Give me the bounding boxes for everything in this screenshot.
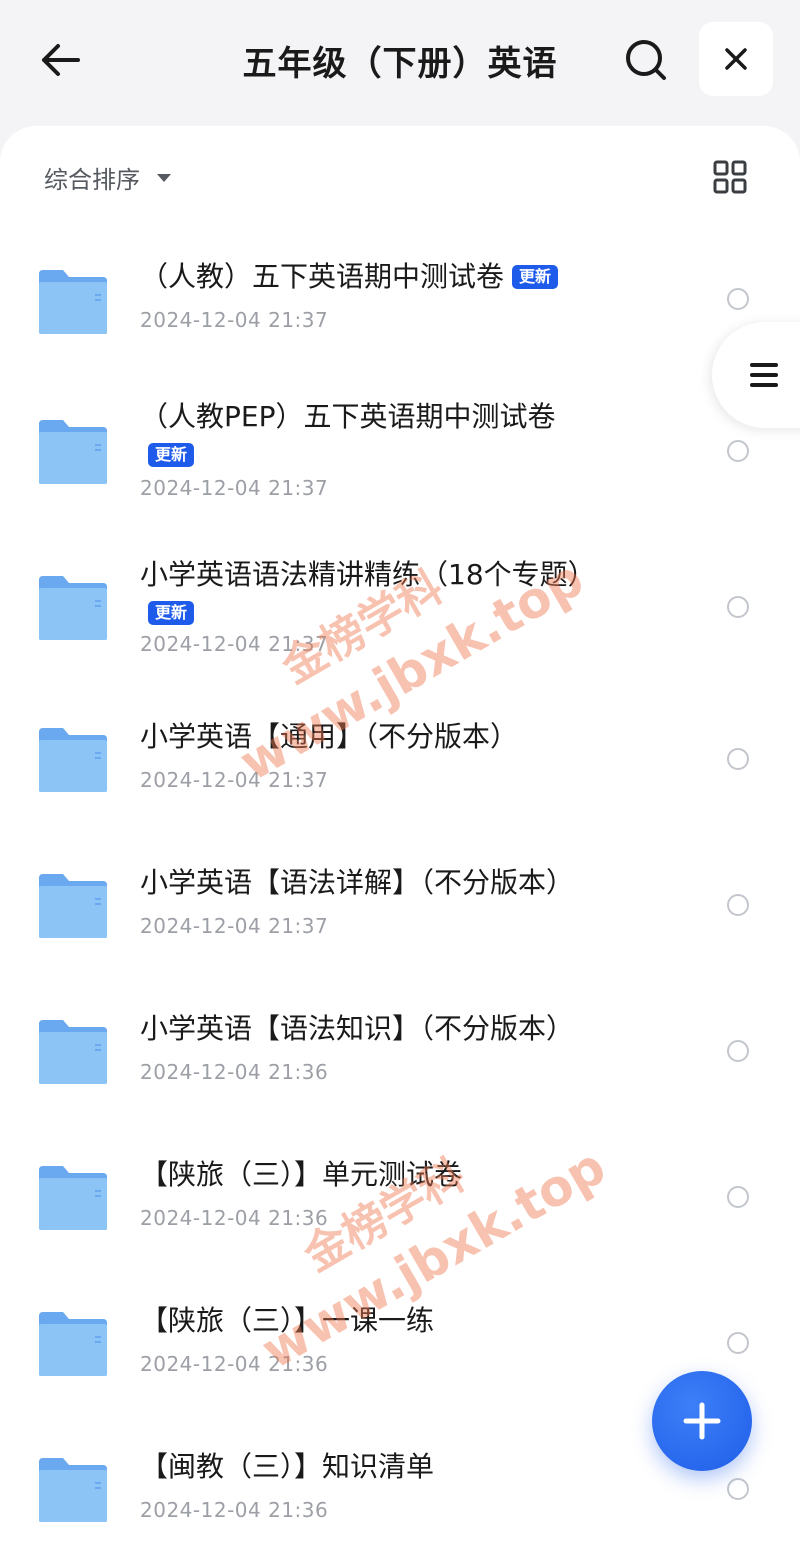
item-date: 2024-12-04 21:37 [140, 914, 329, 938]
add-button[interactable] [652, 1371, 752, 1471]
top-bar: 五年级（下册）英语 [0, 0, 800, 120]
menu-icon [750, 363, 778, 387]
grid-view-icon [713, 160, 747, 194]
select-radio[interactable] [727, 1332, 749, 1354]
search-icon [626, 40, 666, 80]
select-radio[interactable] [727, 748, 749, 770]
select-radio[interactable] [727, 1040, 749, 1062]
item-date: 2024-12-04 21:36 [140, 1206, 329, 1230]
item-date: 2024-12-04 21:36 [140, 1498, 329, 1522]
folder-icon [39, 1312, 107, 1376]
item-title: 小学英语语法精讲精练（18个专题）更新 [140, 556, 596, 632]
list-item[interactable]: 小学英语【语法知识】（不分版本） 2024-12-04 21:36 [0, 978, 800, 1118]
sort-label: 综合排序 [44, 166, 140, 194]
item-date: 2024-12-04 21:37 [140, 632, 329, 656]
folder-icon [39, 728, 107, 792]
item-title: （人教）五下英语期中测试卷 更新 [140, 258, 610, 296]
update-badge: 更新 [148, 601, 195, 625]
item-date: 2024-12-04 21:37 [140, 308, 329, 332]
close-icon [725, 48, 747, 70]
plus-icon [683, 1402, 721, 1440]
grid-view-button[interactable] [711, 158, 751, 198]
list-item[interactable]: 【陕旅（三）】单元测试卷 2024-12-04 21:36 [0, 1124, 800, 1264]
update-badge: 更新 [512, 265, 559, 289]
folder-icon [39, 874, 107, 938]
item-title: 【陕旅（三）】一课一练 [140, 1304, 435, 1337]
list-item[interactable]: （人教PEP）五下英语期中测试卷更新 2024-12-04 21:37 [0, 376, 800, 516]
item-title: 小学英语【通用】（不分版本） [140, 720, 519, 753]
page-title: 五年级（下册）英语 [242, 44, 558, 84]
list-item[interactable]: 小学英语语法精讲精练（18个专题）更新 2024-12-04 21:37 [0, 534, 800, 674]
folder-icon [39, 1020, 107, 1084]
item-date: 2024-12-04 21:36 [140, 1060, 329, 1084]
folder-icon [39, 420, 107, 484]
select-radio[interactable] [727, 894, 749, 916]
item-title: 小学英语【语法详解】（不分版本） [140, 866, 575, 899]
folder-icon [39, 270, 107, 334]
item-title: 【闽教（三）】知识清单 [140, 1450, 435, 1483]
item-title: 小学英语【语法知识】（不分版本） [140, 1012, 575, 1045]
list-item[interactable]: 小学英语【通用】（不分版本） 2024-12-04 21:37 [0, 686, 800, 826]
list-item[interactable]: 小学英语【语法详解】（不分版本） 2024-12-04 21:37 [0, 832, 800, 972]
search-button[interactable] [618, 32, 674, 88]
folder-icon [39, 1458, 107, 1522]
sort-dropdown[interactable]: 综合排序 [44, 160, 172, 195]
close-button[interactable] [699, 22, 773, 96]
item-date: 2024-12-04 21:37 [140, 476, 329, 500]
list-item[interactable]: （人教）五下英语期中测试卷 更新 2024-12-04 21:37 [0, 226, 800, 366]
file-list-panel: 综合排序 （人教）五下英语期中测试卷 更新 2024-12-04 21:37 （人 [0, 126, 800, 1541]
select-radio[interactable] [727, 440, 749, 462]
item-title: （人教PEP）五下英语期中测试卷更新 [140, 398, 580, 474]
select-radio[interactable] [727, 596, 749, 618]
folder-icon [39, 1166, 107, 1230]
folder-icon [39, 576, 107, 640]
caret-down-icon [157, 173, 171, 182]
select-radio[interactable] [727, 288, 749, 310]
select-radio[interactable] [727, 1478, 749, 1500]
select-radio[interactable] [727, 1186, 749, 1208]
item-date: 2024-12-04 21:36 [140, 1352, 329, 1376]
update-badge: 更新 [148, 443, 195, 467]
item-date: 2024-12-04 21:37 [140, 768, 329, 792]
item-title: 【陕旅（三）】单元测试卷 [140, 1158, 463, 1191]
